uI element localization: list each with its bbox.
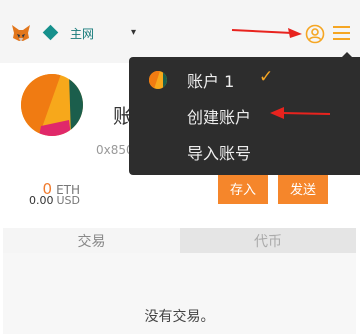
hamburger-menu-icon[interactable] (333, 25, 350, 41)
metamask-fox-icon (12, 25, 30, 41)
network-dropdown-caret[interactable]: ▾ (131, 27, 136, 38)
menu-item-import-account[interactable]: 导入账号 (129, 133, 360, 169)
usd-unit: USD (56, 194, 80, 207)
account-dropdown-menu: 账户 1 ✓ 创建账户 导入账号 (129, 57, 360, 175)
network-diamond-icon[interactable] (42, 24, 59, 41)
menu-account-label: 账户 1 (187, 72, 235, 91)
tab-tokens[interactable]: 代币 (180, 228, 356, 253)
menu-item-account-1[interactable]: 账户 1 ✓ (129, 61, 360, 97)
send-button[interactable]: 发送 (278, 173, 328, 204)
check-icon: ✓ (259, 67, 274, 87)
account-circle-icon[interactable] (305, 24, 325, 44)
app-header: 主网 ▾ (0, 0, 360, 63)
menu-create-label: 创建账户 (187, 108, 252, 127)
account-avatar-small (149, 71, 167, 89)
network-label[interactable]: 主网 (70, 25, 94, 42)
menu-import-label: 导入账号 (187, 144, 252, 163)
tab-transactions[interactable]: 交易 (3, 228, 180, 253)
empty-transactions-text: 没有交易。 (144, 309, 215, 325)
usd-balance-value: 0.00 (28, 194, 54, 207)
transactions-panel: 没有交易。 (3, 253, 356, 334)
deposit-button[interactable]: 存入 (218, 173, 268, 204)
usd-balance: 0.00 USD (20, 194, 80, 207)
menu-item-create-account[interactable]: 创建账户 (129, 97, 360, 133)
account-avatar (21, 74, 83, 136)
tab-bar: 交易 代币 (3, 228, 356, 253)
